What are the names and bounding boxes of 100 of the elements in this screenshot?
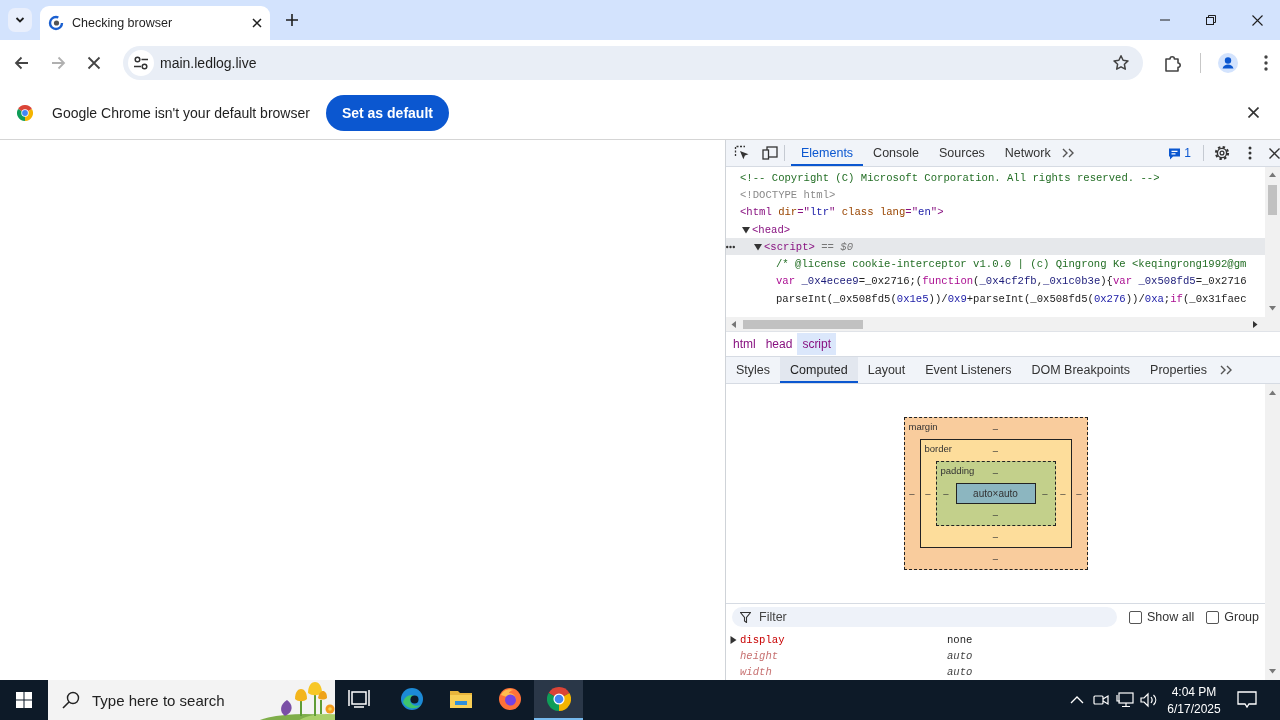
restore-icon[interactable] [1206, 15, 1216, 25]
box-value: ‒ [925, 488, 931, 499]
scroll-left-icon[interactable] [731, 320, 736, 328]
devtools-tab[interactable]: Sources [929, 140, 995, 166]
box-value: ‒ [992, 445, 999, 456]
chevron-up-icon[interactable] [1070, 696, 1084, 704]
box-value: ‒ [1042, 488, 1048, 499]
box-value: ‒ [992, 509, 999, 520]
more-tabs-icon[interactable] [1219, 363, 1234, 377]
devtools-tab[interactable]: Elements [791, 140, 864, 166]
panel-tab[interactable]: DOM Breakpoints [1021, 357, 1141, 383]
search-field[interactable]: Type here to search [48, 680, 335, 720]
dom-tree-row[interactable]: <!-- Copyright (C) Microsoft Corporation. All rights reserved. --> [726, 169, 1265, 187]
close-icon[interactable] [252, 18, 262, 28]
checkbox[interactable] [1206, 610, 1220, 624]
property-value: none [947, 634, 973, 646]
checkbox-label: Show all [1147, 610, 1195, 624]
issues-button[interactable]: 1 [1164, 146, 1195, 160]
set-default-button[interactable]: Set as default [325, 94, 449, 131]
devtools-tab[interactable]: Network [994, 140, 1061, 166]
checkbox[interactable] [1129, 610, 1142, 624]
camera-icon[interactable] [1093, 692, 1109, 708]
taskbar-button[interactable] [534, 680, 583, 720]
chevron-down-icon [15, 15, 25, 25]
property-name: width [740, 666, 773, 678]
property-name: height [740, 650, 780, 662]
scroll-up-icon[interactable] [1269, 390, 1276, 395]
dom-tree-row[interactable]: parseInt(_0x508fd5(0x1e5))/0x9+parseInt(_0x508fd5(0x276))/0xa;if(_0x31faec [726, 290, 1265, 308]
dom-tree-row[interactable]: <script> == $0 [726, 238, 1265, 256]
breadcrumb[interactable]: head [760, 333, 798, 355]
expand-triangle-icon[interactable] [730, 636, 737, 644]
scroll-down-icon[interactable] [1269, 306, 1276, 311]
vertical-scrollbar[interactable] [1265, 384, 1280, 680]
more-icon[interactable] [726, 244, 735, 249]
filter-icon [740, 611, 751, 623]
panel-tab[interactable]: Event Listeners [915, 357, 1022, 383]
panel-tab[interactable]: Computed [780, 357, 858, 383]
close-icon[interactable] [1269, 147, 1280, 159]
filter-input[interactable]: Filter [759, 610, 959, 624]
dom-tree-row[interactable]: <head> [726, 220, 1265, 239]
puzzle-icon[interactable] [1163, 53, 1183, 73]
favicon-icon [48, 15, 64, 31]
box-value: ‒ [992, 531, 999, 542]
notification-icon[interactable] [1237, 691, 1257, 709]
panel-tab[interactable]: Styles [726, 357, 781, 383]
scrollbar-thumb[interactable] [743, 319, 863, 329]
inspect-icon[interactable] [734, 145, 750, 161]
property-value: auto [947, 650, 973, 662]
star-icon[interactable] [1112, 54, 1130, 72]
tab-search-button[interactable] [8, 8, 32, 32]
device-icon[interactable] [762, 145, 778, 161]
close-icon[interactable] [1248, 107, 1259, 118]
network-icon[interactable] [1116, 692, 1134, 708]
browser-tab[interactable]: Checking browser [40, 6, 270, 40]
expand-triangle-icon[interactable] [754, 242, 762, 251]
panel-tab[interactable]: Properties [1140, 357, 1218, 383]
dom-tree-row[interactable]: <html dir="ltr" class lang="en"> [726, 203, 1265, 221]
breadcrumb[interactable]: html [728, 333, 761, 355]
scroll-up-icon[interactable] [1269, 172, 1276, 177]
scroll-down-icon[interactable] [1269, 669, 1276, 674]
vertical-scrollbar[interactable] [1265, 167, 1280, 317]
dom-tree-row[interactable]: <!DOCTYPE html> [726, 186, 1265, 204]
address-bar[interactable]: main.ledlog.live [123, 46, 1143, 80]
search-input[interactable]: Type here to search [92, 691, 242, 709]
box-label: margin [908, 421, 938, 432]
close-icon[interactable] [1251, 14, 1263, 26]
filter-field[interactable]: Filter [732, 607, 1117, 627]
horizontal-scrollbar[interactable] [726, 317, 1280, 331]
clock-date: 6/17/2025 [1167, 701, 1221, 716]
box-value: ‒ [992, 553, 999, 564]
expand-triangle-icon[interactable] [742, 225, 750, 234]
windows-icon[interactable] [16, 692, 32, 708]
scroll-right-icon[interactable] [1253, 320, 1258, 328]
volume-icon[interactable] [1140, 692, 1158, 708]
box-value: ‒ [1076, 488, 1082, 499]
breadcrumb[interactable]: script [797, 333, 837, 355]
tricolor-circle-icon [546, 687, 571, 711]
settings-icon[interactable] [1214, 145, 1230, 161]
devtools-tab[interactable]: Console [863, 140, 929, 166]
menu-icon[interactable] [1264, 55, 1268, 71]
more-tabs-icon[interactable] [1060, 146, 1075, 160]
box-value: ‒ [1060, 488, 1066, 499]
box-value: ‒ [943, 488, 949, 499]
dom-tree-row[interactable]: var _0x4ecee9=_0x2716;(function(_0x4cf2fb,_0x1c0b3e){var _0x508fd5=_0x2716 [726, 272, 1265, 291]
box-label: padding [940, 465, 975, 476]
tricolor-circle-icon [17, 104, 33, 121]
plus-icon[interactable] [285, 13, 299, 27]
tab-title: Checking browser [72, 16, 174, 30]
scrollbar-thumb[interactable] [1268, 185, 1277, 215]
property-value: auto [947, 666, 973, 678]
panel-tab[interactable]: Layout [857, 357, 916, 383]
site-info-button[interactable] [128, 50, 154, 76]
property-name: display [740, 634, 786, 646]
box-value: ‒ [992, 423, 999, 434]
profile-icon[interactable] [1218, 53, 1238, 73]
dom-tree-row[interactable]: /* @license cookie-interceptor v1.0.0 | (c) Qingrong Ke <keqingrong1992@gm [726, 255, 1265, 273]
more-options-icon[interactable] [1248, 146, 1252, 160]
box-label: border [924, 443, 952, 454]
message-icon [1168, 146, 1182, 160]
checkbox-label: Group [1224, 610, 1259, 624]
